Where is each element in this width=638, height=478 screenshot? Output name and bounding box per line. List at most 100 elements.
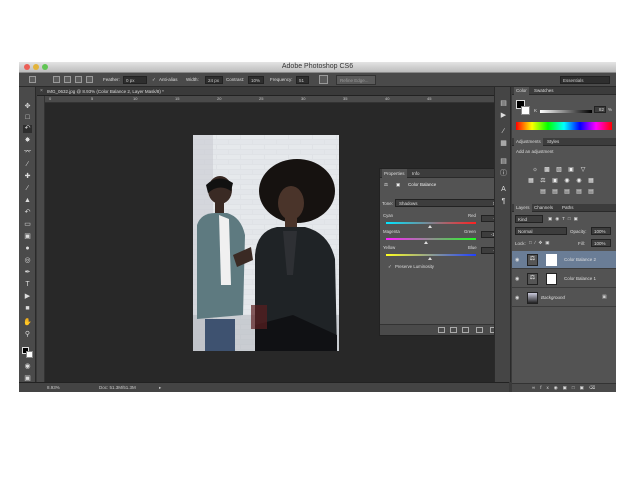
yellow-blue-slider[interactable] [386, 254, 476, 256]
tab-info[interactable]: Info [412, 171, 420, 176]
width-input[interactable]: 24 px [205, 76, 223, 84]
levels-icon[interactable]: ▩ [543, 167, 551, 174]
quick-mask-icon[interactable]: ◉ [23, 363, 32, 371]
layer-row[interactable]: ◉ ⚖ Color Balance 2 [512, 251, 616, 269]
color-balance-icon[interactable]: ⚖ [539, 178, 547, 185]
layer-name[interactable]: Color Balance 2 [564, 257, 596, 262]
slider-thumb[interactable] [428, 257, 432, 260]
background-color-swatch[interactable] [521, 106, 530, 115]
reset-icon[interactable] [462, 327, 469, 333]
magenta-green-slider[interactable] [386, 238, 476, 240]
hue-saturation-icon[interactable]: ▦ [527, 178, 535, 185]
hand-tool-icon[interactable]: ✋ [23, 319, 32, 327]
layer-row[interactable]: ◉ ⚖ Color Balance 1 [512, 270, 616, 288]
tone-select[interactable]: Shadows⇕ [395, 199, 500, 207]
tab-properties[interactable]: Properties [382, 169, 407, 178]
history-brush-tool-icon[interactable]: ↶ [23, 209, 32, 217]
healing-brush-tool-icon[interactable]: ✚ [23, 173, 32, 181]
cyan-red-slider[interactable] [386, 222, 476, 224]
intersect-selection-icon[interactable] [86, 76, 93, 83]
path-selection-tool-icon[interactable]: ▶ [23, 293, 32, 301]
posterize-icon[interactable]: ▤ [551, 189, 559, 196]
photo-filter-icon[interactable]: ◉ [563, 178, 571, 185]
black-white-icon[interactable]: ▣ [551, 178, 559, 185]
vibrance-icon[interactable]: ▽ [579, 167, 587, 174]
layer-mask-thumbnail[interactable] [546, 254, 557, 266]
tab-styles[interactable]: Styles [547, 139, 559, 144]
gradient-map-icon[interactable]: ▤ [587, 189, 595, 196]
document-tab[interactable]: × IMG_0632.jpg @ 8.93% (Color Balance 2,… [37, 87, 507, 96]
background-color-swatch[interactable] [26, 351, 33, 358]
rectangle-tool-icon[interactable]: ■ [23, 305, 32, 313]
refine-edge-button[interactable]: Refine Edge... [336, 75, 376, 85]
eyedropper-tool-icon[interactable]: ∕ [23, 161, 32, 169]
gradient-tool-icon[interactable]: ▣ [23, 233, 32, 241]
workspace-select[interactable]: Essentials [560, 76, 610, 84]
eye-icon[interactable]: ◉ [515, 257, 519, 263]
history-icon[interactable]: ▤ [499, 99, 508, 108]
brush-tool-icon[interactable]: ∕ [23, 185, 32, 193]
anti-alias-checkbox[interactable]: ✓ [152, 77, 156, 83]
layer-name[interactable]: Background [541, 295, 565, 300]
clone-stamp-tool-icon[interactable]: ▲ [23, 197, 32, 205]
close-tab-icon[interactable]: × [40, 88, 43, 94]
layer-row[interactable]: ◉ Background ▣ [512, 289, 616, 307]
tablet-pressure-icon[interactable] [319, 75, 328, 84]
kind-filter-select[interactable]: Kind [515, 215, 543, 223]
move-tool-icon[interactable]: ✥ [23, 103, 32, 111]
layer-name[interactable]: Color Balance 1 [564, 276, 596, 281]
k-value-input[interactable]: 82 [594, 106, 606, 113]
tab-adjustments[interactable]: Adjustments [514, 138, 543, 146]
lasso-tool-icon[interactable]: ↶ [23, 125, 32, 133]
k-slider[interactable] [540, 110, 592, 113]
pen-tool-icon[interactable]: ✒ [23, 269, 32, 277]
visibility-icon[interactable] [476, 327, 483, 333]
frequency-input[interactable]: 51 [296, 76, 309, 84]
filter-icons[interactable]: ▣◉T□▣ [548, 216, 581, 222]
view-previous-icon[interactable] [450, 327, 457, 333]
character-icon[interactable]: ▤ [499, 157, 508, 166]
paragraph-icon[interactable]: A [499, 185, 508, 194]
opacity-input[interactable]: 100% [591, 227, 611, 235]
subtract-selection-icon[interactable] [75, 76, 82, 83]
paragraph-style-icon[interactable]: ¶ [499, 197, 508, 206]
clip-to-layer-icon[interactable] [438, 327, 445, 333]
preserve-luminosity-checkbox[interactable]: ✓ [388, 264, 392, 270]
brush-presets-icon[interactable]: ∕ [499, 127, 508, 136]
quick-selection-tool-icon[interactable]: ✸ [23, 137, 32, 145]
channel-mixer-icon[interactable]: ◉ [575, 178, 583, 185]
blur-tool-icon[interactable]: ● [23, 245, 32, 253]
slider-thumb[interactable] [428, 225, 432, 228]
tab-color[interactable]: Color [514, 87, 529, 95]
new-selection-icon[interactable] [53, 76, 60, 83]
tab-paths[interactable]: Paths [562, 205, 574, 210]
lock-icons[interactable]: □∕✥▣ [529, 240, 553, 246]
photo-canvas[interactable] [193, 135, 339, 351]
invert-icon[interactable]: ▤ [539, 189, 547, 196]
contrast-input[interactable]: 10% [248, 76, 264, 84]
selective-color-icon[interactable]: ▤ [575, 189, 583, 196]
actions-icon[interactable]: ▶ [499, 111, 508, 120]
color-spectrum[interactable] [516, 122, 612, 130]
tab-channels[interactable]: Channels [534, 205, 553, 210]
eraser-tool-icon[interactable]: ▭ [23, 221, 32, 229]
blend-mode-select[interactable]: Normal [515, 227, 567, 235]
layer-mask-icon[interactable]: ▣ [396, 182, 400, 188]
feather-input[interactable]: 0 px [123, 76, 147, 84]
eye-icon[interactable]: ◉ [515, 276, 519, 282]
status-menu-icon[interactable]: ▸ [159, 385, 161, 391]
exposure-icon[interactable]: ▣ [567, 167, 575, 174]
marquee-tool-icon[interactable]: □ [23, 114, 32, 122]
clone-source-icon[interactable]: ▦ [499, 139, 508, 148]
info-icon[interactable]: ⓘ [499, 169, 508, 178]
layer-mask-thumbnail[interactable] [546, 273, 557, 285]
crop-tool-icon[interactable]: ⌤ [23, 149, 32, 157]
color-lookup-icon[interactable]: ▦ [587, 178, 595, 185]
zoom-tool-icon[interactable]: ⚲ [23, 331, 32, 339]
dodge-tool-icon[interactable]: ◎ [23, 257, 32, 265]
lasso-tool-icon[interactable] [29, 76, 36, 83]
curves-icon[interactable]: ▧ [555, 167, 563, 174]
threshold-icon[interactable]: ▤ [563, 189, 571, 196]
tab-layers[interactable]: Layers [514, 204, 532, 212]
type-tool-icon[interactable]: T [23, 281, 32, 289]
